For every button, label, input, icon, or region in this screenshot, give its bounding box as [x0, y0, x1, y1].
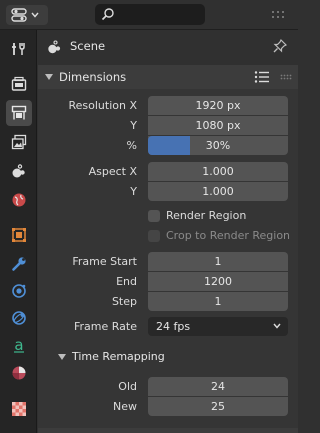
- resolution-percent-slider[interactable]: 30%: [148, 136, 288, 155]
- next-panel-header[interactable]: [38, 428, 298, 433]
- world-icon: [12, 193, 26, 207]
- render-tab[interactable]: [6, 71, 32, 97]
- particles-icon: [12, 284, 26, 298]
- time-remapping-title: Time Remapping: [72, 350, 165, 363]
- frame-end-label: End: [116, 275, 137, 288]
- frame-end-field[interactable]: 1200: [148, 272, 288, 291]
- properties-main: Scene Dimensions Resolution X 1920 px Y …: [38, 30, 298, 433]
- scene-tab[interactable]: [6, 158, 32, 184]
- render-region-label: Render Region: [166, 209, 247, 222]
- chevron-down-icon: [273, 323, 281, 329]
- properties-tabs: a: [0, 30, 37, 433]
- frame-start-field[interactable]: 1: [148, 252, 288, 271]
- aspect-x-field[interactable]: 1.000: [148, 162, 288, 181]
- render-icon: [11, 76, 27, 91]
- resolution-percent-fill: [148, 136, 190, 155]
- frame-step-field[interactable]: 1: [148, 292, 288, 311]
- crop-render-region-label: Crop to Render Region: [166, 229, 291, 242]
- properties-editor-icon: [11, 8, 27, 22]
- physics-tab[interactable]: [6, 305, 32, 331]
- search-icon: [101, 8, 114, 21]
- aspect-x-label: Aspect X: [88, 165, 137, 178]
- context-name: Scene: [70, 39, 106, 53]
- modifier-tab[interactable]: [6, 251, 32, 277]
- dimensions-panel-header[interactable]: Dimensions: [38, 65, 298, 89]
- crop-render-region-checkbox[interactable]: Crop to Render Region: [148, 229, 290, 242]
- time-remap-new-value: 25: [211, 400, 225, 413]
- constraints-tab[interactable]: a: [6, 332, 32, 358]
- dimensions-title: Dimensions: [59, 70, 127, 84]
- resolution-y-label: Y: [130, 119, 137, 132]
- world-tab[interactable]: [6, 187, 32, 213]
- data-icon: [12, 366, 26, 380]
- view-layer-tab[interactable]: [6, 129, 32, 155]
- output-icon: [11, 105, 27, 120]
- collapse-triangle-icon: [58, 354, 66, 360]
- frame-start-label: Frame Start: [72, 255, 137, 268]
- time-remapping-header[interactable]: Time Remapping: [46, 345, 298, 369]
- properties-header: [0, 0, 298, 30]
- texture-icon: [12, 402, 26, 416]
- time-remap-old-value: 24: [211, 380, 225, 393]
- resolution-percent-label: %: [126, 139, 137, 152]
- frame-step-value: 1: [214, 295, 222, 308]
- time-remap-old-field[interactable]: 24: [148, 377, 288, 396]
- editor-type-button[interactable]: [6, 5, 48, 25]
- context-breadcrumb: Scene: [38, 30, 298, 63]
- chevron-down-icon: [31, 12, 39, 18]
- aspect-x-value: 1.000: [202, 165, 234, 178]
- dimensions-panel-body: Resolution X 1920 px Y 1080 px % 30% Asp…: [38, 89, 298, 433]
- resolution-x-value: 1920 px: [195, 99, 241, 112]
- render-region-checkbox[interactable]: Render Region: [148, 209, 246, 222]
- data-tab[interactable]: [6, 360, 32, 386]
- time-remap-new-field[interactable]: 25: [148, 397, 288, 416]
- frame-step-label: Step: [111, 295, 137, 308]
- particles-tab[interactable]: [6, 278, 32, 304]
- render-region-box: [148, 209, 160, 222]
- object-icon: [12, 228, 26, 242]
- pin-icon[interactable]: [273, 39, 287, 53]
- frame-rate-label: Frame Rate: [74, 320, 137, 333]
- frame-end-value: 1200: [204, 275, 232, 288]
- resolution-y-field[interactable]: 1080 px: [148, 116, 288, 135]
- output-tab[interactable]: [6, 100, 32, 126]
- search-input[interactable]: [95, 4, 205, 25]
- resolution-x-label: Resolution X: [68, 99, 137, 112]
- frame-rate-value: 24 fps: [156, 320, 191, 333]
- time-remap-new-label: New: [113, 400, 137, 413]
- aspect-y-field[interactable]: 1.000: [148, 182, 288, 201]
- frame-start-value: 1: [214, 255, 222, 268]
- resolution-y-value: 1080 px: [195, 119, 241, 132]
- options-dots-icon[interactable]: [270, 9, 286, 21]
- texture-tab[interactable]: [6, 396, 32, 422]
- view-layer-icon: [11, 134, 27, 150]
- svg-text:a: a: [14, 337, 23, 353]
- aspect-y-label: Y: [130, 185, 137, 198]
- frame-rate-dropdown[interactable]: 24 fps: [148, 317, 288, 336]
- scene-icon: [48, 40, 61, 54]
- resolution-percent-value: 30%: [205, 139, 231, 152]
- drag-grip-icon[interactable]: [280, 74, 292, 80]
- constraints-icon: a: [14, 337, 24, 353]
- tool-icon: [12, 43, 25, 55]
- aspect-y-value: 1.000: [202, 185, 234, 198]
- time-remap-old-label: Old: [118, 380, 137, 393]
- scene-icon: [12, 164, 25, 178]
- resolution-x-field[interactable]: 1920 px: [148, 96, 288, 115]
- presets-list-icon[interactable]: [254, 70, 270, 84]
- collapse-triangle-icon: [45, 74, 53, 80]
- tool-tab[interactable]: [6, 36, 32, 62]
- object-tab[interactable]: [6, 222, 32, 248]
- crop-render-region-box: [148, 229, 160, 242]
- modifier-icon: [12, 257, 26, 271]
- physics-icon: [12, 311, 26, 325]
